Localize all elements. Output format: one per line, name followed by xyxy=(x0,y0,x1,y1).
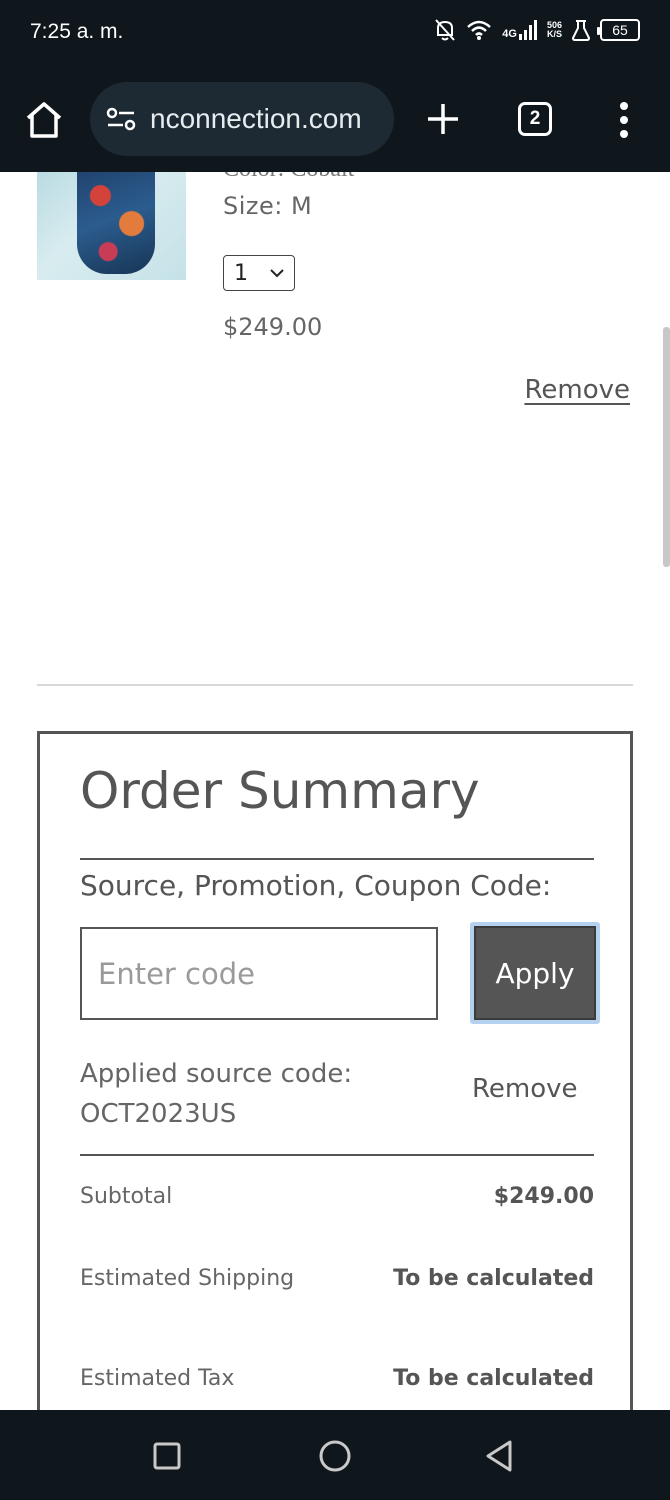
product-size: Size: M xyxy=(223,192,313,220)
order-summary-title: Order Summary xyxy=(80,762,480,820)
remove-item-link[interactable]: Remove xyxy=(524,375,630,405)
plus-icon[interactable] xyxy=(424,100,462,138)
order-summary-card: Order Summary Source, Promotion, Coupon … xyxy=(37,731,633,1410)
network-type: 4G xyxy=(502,28,517,40)
status-icons: 4G 506 K/S 65 xyxy=(434,18,640,42)
subtotal-label: Subtotal xyxy=(80,1184,173,1209)
chevron-down-icon xyxy=(270,269,284,278)
system-nav-bar xyxy=(0,1410,670,1500)
apply-button[interactable]: Apply xyxy=(474,926,596,1020)
shipping-row: Estimated Shipping To be calculated xyxy=(80,1266,594,1291)
scrollbar-thumb[interactable] xyxy=(663,327,670,567)
product-price: $249.00 xyxy=(223,313,323,341)
promo-code-label: Source, Promotion, Coupon Code: xyxy=(80,869,552,902)
mute-bell-icon xyxy=(435,19,456,41)
promo-code-input[interactable] xyxy=(80,927,438,1020)
summary-divider xyxy=(80,858,594,860)
subtotal-row: Subtotal $249.00 xyxy=(80,1184,594,1209)
applied-code-block: Applied source code: OCT2023US xyxy=(80,1054,352,1134)
url-text[interactable]: nconnection.com xyxy=(150,103,362,135)
tax-label: Estimated Tax xyxy=(80,1366,235,1391)
home-icon[interactable] xyxy=(22,98,66,142)
shipping-label: Estimated Shipping xyxy=(80,1266,295,1291)
shipping-value: To be calculated xyxy=(393,1266,594,1291)
summary-divider xyxy=(80,1154,594,1156)
square-icon[interactable] xyxy=(149,1438,185,1474)
applied-code-value: OCT2023US xyxy=(80,1099,237,1129)
data-speed: 506 K/S xyxy=(546,20,562,39)
tune-icon[interactable] xyxy=(106,106,136,132)
section-divider xyxy=(37,684,633,686)
battery-indicator: 65 xyxy=(597,19,640,41)
more-vert-icon[interactable] xyxy=(612,100,636,140)
circle-icon[interactable] xyxy=(317,1438,353,1474)
tax-row: Estimated Tax To be calculated xyxy=(80,1366,594,1391)
quantity-value: 1 xyxy=(234,260,248,286)
product-image[interactable] xyxy=(37,172,186,280)
signal-bars-icon xyxy=(518,20,537,40)
wifi-icon xyxy=(467,20,492,40)
triangle-back-icon[interactable] xyxy=(482,1438,518,1474)
apply-focus-ring: Apply xyxy=(470,922,600,1024)
quantity-select[interactable]: 1 xyxy=(223,255,295,291)
dress-graphic xyxy=(77,172,155,274)
browser-toolbar: nconnection.com 2 xyxy=(0,66,670,172)
url-bar[interactable]: nconnection.com xyxy=(90,82,394,156)
status-bar: 7:25 a. m. 4G 506 K/S 65 xyxy=(0,0,670,66)
subtotal-value: $249.00 xyxy=(493,1184,594,1209)
tax-value: To be calculated xyxy=(393,1366,594,1391)
status-time: 7:25 a. m. xyxy=(30,20,124,43)
tab-switcher-button[interactable]: 2 xyxy=(518,102,552,136)
product-color: Color: Cobalt xyxy=(223,172,354,183)
remove-code-link[interactable]: Remove xyxy=(472,1074,578,1104)
cart-page: Color: Cobalt Size: M 1 $249.00 Remove O… xyxy=(0,172,670,1410)
applied-code-label: Applied source code: xyxy=(80,1059,353,1089)
flask-icon xyxy=(572,20,590,41)
cell-signal: 4G xyxy=(502,20,537,40)
